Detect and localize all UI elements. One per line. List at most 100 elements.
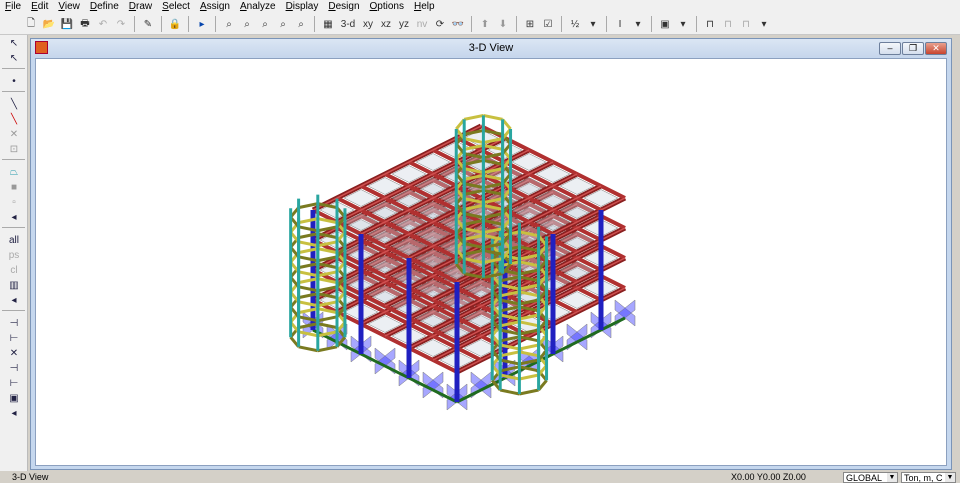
menu-file[interactable]: File (0, 0, 26, 14)
set-display-options-icon[interactable]: ☑ (540, 16, 556, 32)
draw-rect-icon[interactable]: ■ (5, 180, 23, 194)
units-select[interactable]: Ton, m, C ▼ (901, 472, 956, 483)
3d-view-window: 3-D View ‒ ❐ ✕ (30, 38, 952, 470)
draw-brace-icon[interactable]: ✕ (5, 127, 23, 141)
snap-ends-icon[interactable]: ⊢ (5, 331, 23, 345)
coord-system-value: GLOBAL (846, 473, 883, 483)
undo-icon[interactable]: ↶ (95, 16, 111, 32)
menu-bar: File Edit View Define Draw Select Assign Analyz… (0, 0, 960, 14)
tower-beam (317, 345, 338, 353)
menu-draw[interactable]: Draw (124, 0, 157, 14)
pointer-icon[interactable]: ↖ (5, 36, 23, 50)
draw-point-icon[interactable]: • (5, 74, 23, 88)
left-toolbar: ↖ ↖ • ╲ ╲ ✕ ⊡ ⏢ ■ ▫ ◂ all ps cl ▥ ◂ ⊣ ⊢ … (0, 35, 28, 471)
main-toolbar: 🗋 📂 💾 🖶 ↶ ↷ ✎ 🔒 ▸ ⌕ ⌕ ⌕ ⌕ ⌕ ▦ 3-d xy xz … (0, 14, 960, 35)
select-all-icon[interactable]: all (5, 233, 23, 247)
zoom-in-icon[interactable]: ⌕ (257, 16, 273, 32)
restore-button[interactable]: ❐ (902, 42, 924, 55)
tower-beam (483, 113, 503, 121)
zoom-window-icon[interactable]: ⌕ (221, 16, 237, 32)
object-shrink-icon[interactable]: ⊞ (522, 16, 538, 32)
menu-view[interactable]: View (53, 0, 85, 14)
quick-draw-icon[interactable]: ⊡ (5, 142, 23, 156)
view-nv-button[interactable]: nv (414, 16, 430, 32)
more-icon[interactable]: ◂ (5, 293, 23, 307)
intersecting-line-icon[interactable]: ▥ (5, 278, 23, 292)
snap-fine-grid-icon[interactable]: ▣ (5, 391, 23, 405)
frame-3-icon[interactable]: ⊓ (738, 16, 754, 32)
units-value: Ton, m, C (904, 473, 943, 483)
pan-icon[interactable]: ⌕ (293, 16, 309, 32)
menu-assign[interactable]: Assign (195, 0, 235, 14)
menu-edit[interactable]: Edit (26, 0, 53, 14)
tower-beam (519, 373, 539, 381)
dropdown-icon[interactable]: ▾ (675, 16, 691, 32)
lock-icon[interactable]: 🔒 (167, 16, 183, 32)
more-icon[interactable]: ◂ (5, 210, 23, 224)
save-icon[interactable]: 💾 (59, 16, 75, 32)
snap-perpendicular-icon[interactable]: ⊣ (5, 361, 23, 375)
pencil-icon[interactable]: ✎ (140, 16, 156, 32)
assign-icon[interactable]: ½ (567, 16, 583, 32)
status-view-label: 3-D View (12, 472, 49, 482)
snap-points-icon[interactable]: ⊣ (5, 316, 23, 330)
draw-line-icon[interactable]: ╲ (5, 97, 23, 111)
view-xy-button[interactable]: xy (360, 16, 376, 32)
menu-help[interactable]: Help (409, 0, 440, 14)
tower-beam (519, 388, 539, 396)
section-icon[interactable]: I (612, 16, 628, 32)
rotate-icon[interactable]: ⟳ (432, 16, 448, 32)
tower-beam (519, 343, 539, 351)
up-arrow-icon[interactable]: ⬆ (477, 16, 493, 32)
run-analysis-icon[interactable]: ▸ (194, 16, 210, 32)
menu-design[interactable]: Design (323, 0, 364, 14)
zoom-out-icon[interactable]: ⌕ (275, 16, 291, 32)
frame-2-icon[interactable]: ⊓ (720, 16, 736, 32)
view-yz-button[interactable]: yz (396, 16, 412, 32)
menu-define[interactable]: Define (85, 0, 124, 14)
menu-display[interactable]: Display (281, 0, 324, 14)
minimize-button[interactable]: ‒ (879, 42, 901, 55)
coordinates-readout: X0.00 Y0.00 Z0.00 (731, 472, 806, 482)
display-icon[interactable]: ▣ (657, 16, 673, 32)
dropdown-icon[interactable]: ▾ (630, 16, 646, 32)
reshape-icon[interactable]: ↖ (5, 51, 23, 65)
more-icon[interactable]: ◂ (5, 406, 23, 420)
view-xz-button[interactable]: xz (378, 16, 394, 32)
coord-system-select[interactable]: GLOBAL ▼ (843, 472, 898, 483)
view-3d-button[interactable]: 3-d (338, 16, 358, 32)
status-bar: 3-D View X0.00 Y0.00 Z0.00 GLOBAL ▼ Ton, … (0, 471, 960, 483)
window-title: 3-D View (468, 42, 514, 54)
structural-model-3d (289, 113, 636, 411)
down-arrow-icon[interactable]: ⬇ (495, 16, 511, 32)
clear-selection-icon[interactable]: cl (5, 263, 23, 277)
quick-area-icon[interactable]: ▫ (5, 195, 23, 209)
window-icon (35, 41, 48, 54)
tower-beam (298, 345, 319, 353)
chevron-down-icon: ▼ (945, 473, 955, 482)
model-viewport[interactable] (35, 58, 947, 466)
zoom-restore-icon[interactable]: ⌕ (239, 16, 255, 32)
menu-options[interactable]: Options (365, 0, 409, 14)
refresh-icon[interactable]: ▦ (320, 16, 336, 32)
perspective-icon[interactable]: 👓 (450, 16, 466, 32)
new-file-icon[interactable]: 🗋 (23, 16, 39, 32)
draw-area-icon[interactable]: ⏢ (5, 165, 23, 179)
window-title-bar[interactable]: 3-D View ‒ ❐ ✕ (31, 39, 951, 57)
redo-icon[interactable]: ↷ (113, 16, 129, 32)
snap-intersections-icon[interactable]: ✕ (5, 346, 23, 360)
print-icon[interactable]: 🖶 (77, 16, 93, 32)
select-previous-icon[interactable]: ps (5, 248, 23, 262)
draw-line-red-icon[interactable]: ╲ (5, 112, 23, 126)
close-button[interactable]: ✕ (925, 42, 947, 55)
dropdown-icon[interactable]: ▾ (585, 16, 601, 32)
open-file-icon[interactable]: 📂 (41, 16, 57, 32)
tower-beam (499, 388, 520, 396)
menu-analyze[interactable]: Analyze (235, 0, 281, 14)
frame-icon[interactable]: ⊓ (702, 16, 718, 32)
chevron-down-icon: ▼ (887, 473, 897, 482)
dropdown-icon[interactable]: ▾ (756, 16, 772, 32)
tower-beam (463, 113, 484, 121)
snap-lines-icon[interactable]: ⊢ (5, 376, 23, 390)
menu-select[interactable]: Select (157, 0, 195, 14)
